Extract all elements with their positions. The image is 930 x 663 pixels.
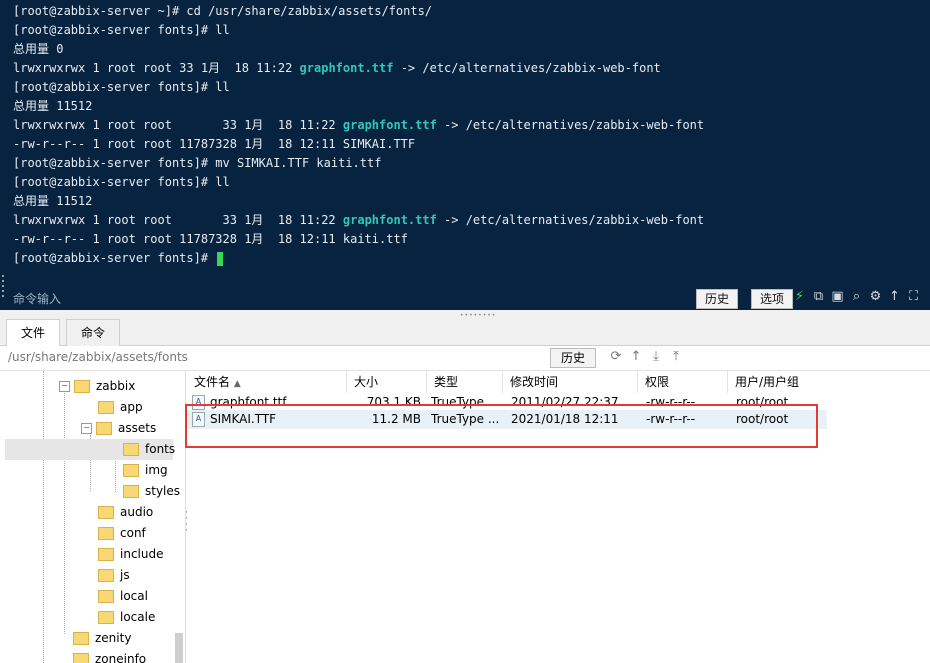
tree-item-audio[interactable]: audio [98,502,153,523]
folder-icon [123,485,139,498]
collapse-icon[interactable]: − [81,423,92,434]
tree-scrollbar[interactable] [175,633,183,663]
command-input-label[interactable]: 命令输入 [13,290,61,307]
terminal-line: lrwxrwxrwx 1 root root 33 1月 18 11:22 gr… [13,213,705,227]
folder-icon [98,569,114,582]
column-header-mtime[interactable]: 修改时间 [503,371,638,393]
folder-icon [73,653,89,663]
terminal-toolbar: ⚡ ⧉ ▣ ⌕ ⚙ ↑ ⛶ [792,288,921,306]
path-history-button[interactable]: 历史 [550,348,597,368]
tree-item-app[interactable]: app [98,397,143,418]
terminal-line: -rw-r--r-- 1 root root 11787328 1月 18 12… [13,232,408,246]
tree-item-fonts[interactable]: fonts [5,439,175,460]
tree-item-conf[interactable]: conf [98,523,146,544]
terminal-line: lrwxrwxrwx 1 root root 33 1月 18 11:22 gr… [13,118,705,132]
path-bar: /usr/share/zabbix/assets/fonts 历史 ⟳ ↑ ⤓ … [0,346,930,371]
column-header-permissions[interactable]: 权限 [638,371,728,393]
folder-icon [98,548,114,561]
column-header-size[interactable]: 大小 [347,371,427,393]
lightning-icon[interactable]: ⚡ [792,288,807,306]
upload-icon[interactable]: ⤒ [668,348,684,366]
terminal-line: [root@zabbix-server fonts]# ll [13,80,230,94]
tree-item-zoneinfo[interactable]: zoneinfo [73,649,146,663]
collapse-icon[interactable]: − [59,381,70,392]
terminal-line: [root@zabbix-server fonts]# mv SIMKAI.TT… [13,156,382,170]
terminal-line: [root@zabbix-server fonts]# ll [13,175,230,189]
terminal-line: [root@zabbix-server ~]# cd /usr/share/za… [13,4,433,18]
tree-item-zabbix[interactable]: − zabbix [59,376,135,397]
terminal-line: [root@zabbix-server fonts]# ll [13,23,230,37]
terminal-output: [root@zabbix-server ~]# cd /usr/share/za… [13,2,704,268]
refresh-icon[interactable]: ⟳ [608,348,624,366]
terminal-line: 总用量 11512 [13,99,93,113]
fullscreen-icon[interactable]: ⛶ [906,288,921,306]
terminal-line: 总用量 0 [13,42,64,56]
path-input[interactable]: /usr/share/zabbix/assets/fonts [8,350,188,364]
terminal-line: lrwxrwxrwx 1 root root 33 1月 18 11:22 gr… [13,61,661,75]
tree-item-js[interactable]: js [98,565,130,586]
folder-icon [98,590,114,603]
upload-icon[interactable]: ↑ [887,288,902,306]
terminal-line: -rw-r--r-- 1 root root 11787328 1月 18 12… [13,137,416,151]
tree-item-local[interactable]: local [98,586,148,607]
tab-files[interactable]: 文件 [6,319,61,347]
folder-icon [73,632,89,645]
column-header-type[interactable]: 类型 [427,371,503,393]
resize-handle[interactable] [0,272,6,312]
settings-icon[interactable]: ⚙ [868,288,883,306]
annotation-highlight-box [185,404,818,448]
path-toolbar: ⟳ ↑ ⤓ ⤒ [608,348,684,366]
folder-icon [98,527,114,540]
paste-icon[interactable]: ▣ [830,288,845,306]
sort-ascending-icon: ▲ [233,379,241,389]
tab-bar: 文件 命令 [0,316,930,347]
folder-icon [98,611,114,624]
terminal-cursor [217,251,224,266]
folder-icon [96,422,112,435]
folder-open-icon [123,443,139,456]
copy-icon[interactable]: ⧉ [811,288,826,306]
tab-commands[interactable]: 命令 [66,319,121,346]
terminal-prompt[interactable]: [root@zabbix-server fonts]# [13,249,704,268]
folder-icon [98,401,114,414]
terminal-line: 总用量 11512 [13,194,93,208]
tree-item-styles[interactable]: styles [123,481,180,502]
tree-item-zenity[interactable]: zenity [73,628,131,649]
up-directory-icon[interactable]: ↑ [628,348,644,366]
tree-item-img[interactable]: img [123,460,168,481]
history-button[interactable]: 历史 [696,289,739,309]
folder-icon [98,506,114,519]
folder-icon [74,380,90,393]
search-icon[interactable]: ⌕ [849,288,864,306]
options-button[interactable]: 选项 [751,289,794,309]
column-header-name[interactable]: 文件名 ▲ [187,371,347,393]
terminal-panel[interactable]: [root@zabbix-server ~]# cd /usr/share/za… [0,0,930,310]
download-icon[interactable]: ⤓ [648,348,664,366]
tree-item-locale[interactable]: locale [98,607,155,628]
directory-tree[interactable]: − zabbix app − assets fonts img styles aud… [0,371,186,663]
folder-icon [123,464,139,477]
tree-item-assets[interactable]: − assets [81,418,156,439]
column-header-owner[interactable]: 用户/用户组 [728,371,828,393]
tree-item-include[interactable]: include [98,544,163,565]
